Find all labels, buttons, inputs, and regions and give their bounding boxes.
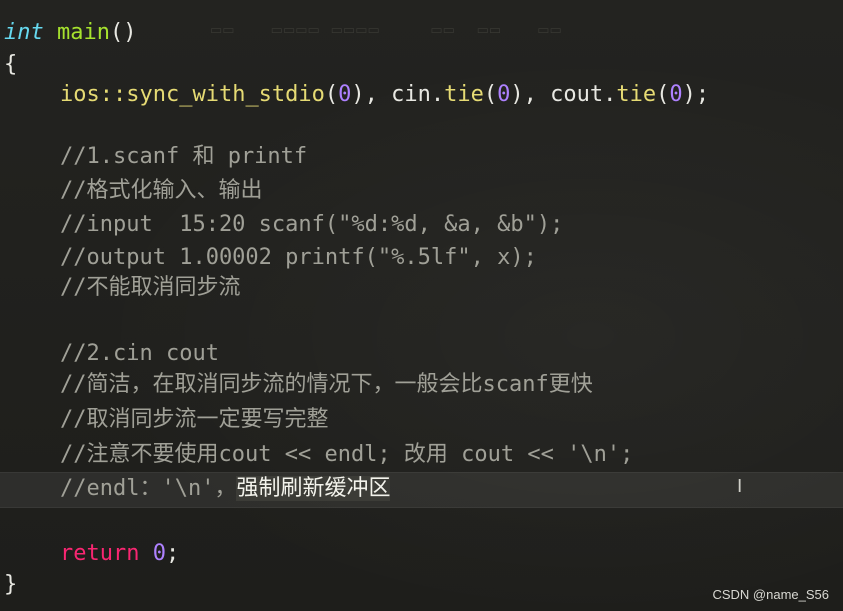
comment-line[interactable]: //不能取消同步流 bbox=[4, 271, 241, 305]
sync-call: sync_with_stdio bbox=[126, 82, 325, 107]
text-cursor-icon: I bbox=[737, 476, 743, 497]
function-name: main bbox=[57, 20, 110, 45]
comment-line[interactable]: //output 1.00002 printf("%.5lf", x); bbox=[4, 241, 537, 275]
namespace: ios:: bbox=[60, 82, 127, 107]
paren: ( bbox=[483, 82, 498, 107]
comment-line[interactable]: //2.cin cout bbox=[4, 337, 219, 371]
comment-line[interactable]: //input 15:20 scanf("%d:%d, &a, &b"); bbox=[4, 208, 563, 242]
comment-line[interactable]: //1.scanf 和 printf bbox=[4, 140, 307, 174]
number: 0 bbox=[338, 82, 352, 107]
number: 0 bbox=[497, 82, 511, 107]
comment-line[interactable]: //取消同步流一定要写完整 bbox=[4, 403, 329, 437]
watermark: CSDN @name_S56 bbox=[712, 587, 829, 602]
comment-line[interactable]: //简洁，在取消同步流的情况下，一般会比scanf更快 bbox=[4, 368, 593, 402]
code-text: ), cout. bbox=[510, 82, 617, 107]
comment-line-current[interactable]: //endl：'\n'，强制刷新缓冲区 bbox=[4, 472, 391, 506]
code-text: ), cin. bbox=[351, 82, 445, 107]
number: 0 bbox=[669, 82, 683, 107]
code-line-1[interactable]: int main() bbox=[4, 16, 136, 50]
comment-line[interactable]: //注意不要使用cout << endl; 改用 cout << '\n'; bbox=[4, 438, 633, 472]
tie-call: tie bbox=[444, 82, 484, 107]
parens: () bbox=[109, 20, 137, 45]
paren: ( bbox=[656, 82, 670, 107]
code-line-2[interactable]: { bbox=[4, 48, 17, 82]
return-value: 0 bbox=[152, 541, 166, 566]
selected-text[interactable]: 强制刷新缓冲区 bbox=[236, 476, 391, 501]
comment-prefix: //endl：'\n'， bbox=[60, 476, 237, 501]
code-line-return[interactable]: return 0; bbox=[4, 537, 179, 571]
code-line-close[interactable]: } bbox=[4, 568, 17, 602]
type-keyword: int bbox=[4, 20, 44, 45]
code-line-3[interactable]: ios::sync_with_stdio(0), cin.tie(0), cou… bbox=[4, 78, 709, 112]
code-text: ); bbox=[682, 82, 710, 107]
close-brace: } bbox=[4, 572, 18, 597]
return-keyword: return bbox=[60, 541, 140, 566]
background-ghost: ▭▭ ▭▭▭▭ ▭▭▭▭ ▭▭ ▭▭ ▭▭ bbox=[210, 22, 562, 37]
open-brace: { bbox=[4, 52, 18, 77]
semicolon: ; bbox=[165, 541, 180, 566]
code-editor[interactable]: ▭▭ ▭▭▭▭ ▭▭▭▭ ▭▭ ▭▭ ▭▭ int main() { ios::… bbox=[0, 0, 843, 611]
tie-call: tie bbox=[616, 82, 657, 107]
paren: ( bbox=[324, 82, 339, 107]
comment-line[interactable]: //格式化输入、输出 bbox=[4, 174, 263, 208]
